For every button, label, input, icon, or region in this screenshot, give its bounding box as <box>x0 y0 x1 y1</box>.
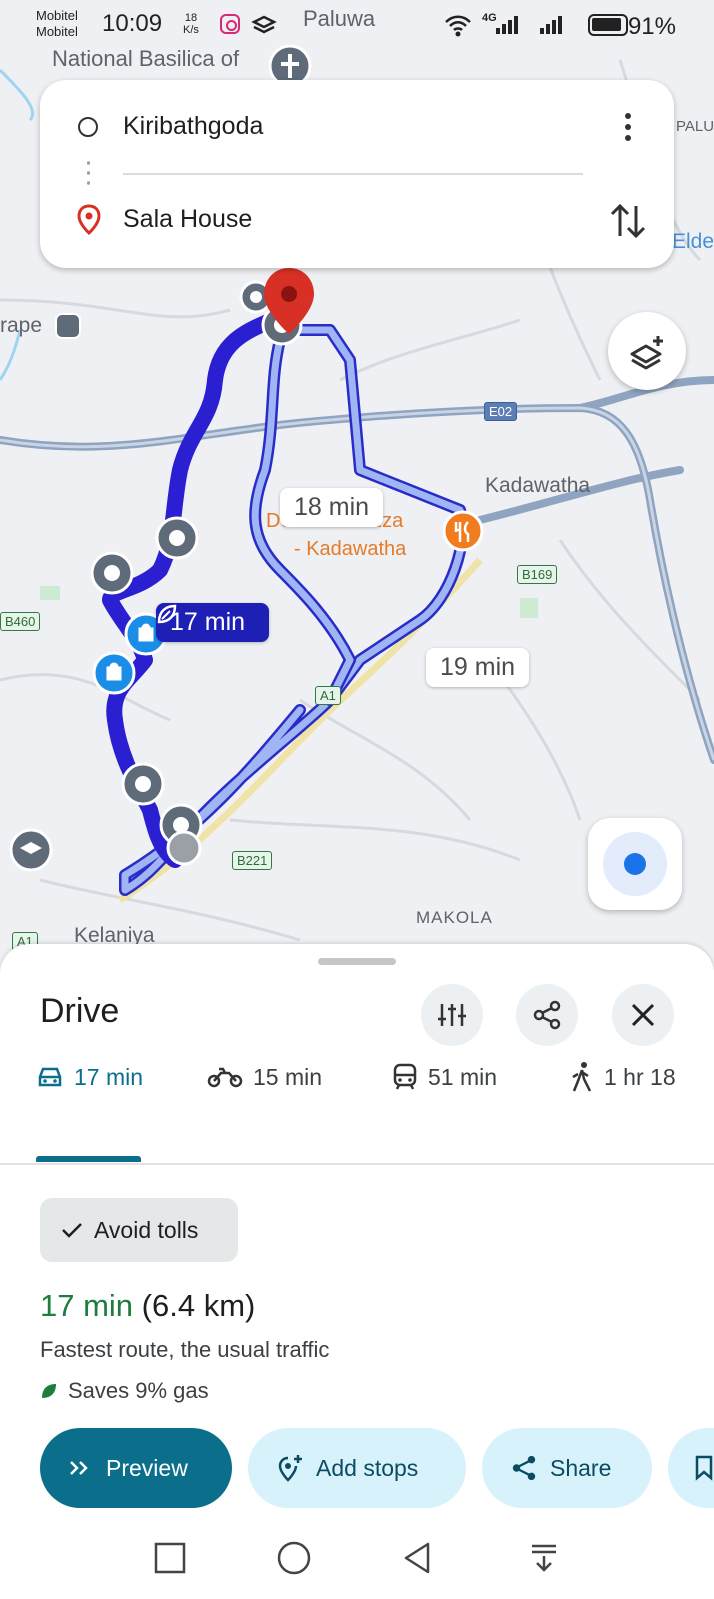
network-speed-unit: K/s <box>183 24 199 36</box>
more-options-button[interactable] <box>616 110 640 144</box>
road-shield-b460: B460 <box>0 612 41 631</box>
map-label-palu: PALU <box>676 118 714 135</box>
map-label-kadawatha: Kadawatha <box>485 474 591 497</box>
tab-transit[interactable]: 51 min <box>392 1044 497 1110</box>
circle-icon <box>277 1541 311 1575</box>
add-location-icon <box>278 1455 302 1482</box>
battery-level: 91% <box>627 13 676 40</box>
selected-route-time-label: 17 min <box>170 608 246 636</box>
swap-route-button[interactable] <box>608 198 648 244</box>
tabs-divider <box>0 1163 714 1165</box>
gas-savings: Saves 9% gas <box>40 1378 209 1404</box>
destination-input[interactable]: Sala House <box>123 205 252 234</box>
battery-icon <box>588 14 628 36</box>
add-stops-button[interactable]: Add stops <box>248 1428 466 1508</box>
sliders-icon <box>438 1004 466 1026</box>
eco-leaf-icon <box>42 1384 56 1398</box>
map-label-basilica: National Basilica of <box>52 46 240 71</box>
active-tab-indicator <box>36 1156 141 1162</box>
system-nav-bar <box>0 1520 714 1599</box>
avoid-tolls-label: Avoid tolls <box>94 1216 199 1243</box>
travel-mode-tabs: 17 min 15 min 51 min 1 hr 18 <box>0 1044 714 1110</box>
home-button[interactable] <box>274 1538 314 1578</box>
back-button[interactable] <box>398 1538 438 1578</box>
sheet-drag-handle[interactable] <box>318 958 396 965</box>
map-label-elde: Elde <box>672 230 714 253</box>
double-chevron-icon <box>70 1461 88 1475</box>
recents-button[interactable] <box>150 1538 190 1578</box>
status-bar: Mobitel Mobitel 10:09 18 K/s 4G 91% <box>0 0 714 48</box>
road-shield-b221: B221 <box>232 851 273 870</box>
transit-icon <box>393 1063 417 1090</box>
share-route-label: Share <box>550 1454 612 1481</box>
map-label-rape: rape <box>0 314 43 337</box>
layers-icon <box>630 336 663 370</box>
carrier-2: Mobitel <box>36 24 78 39</box>
origin-circle-icon <box>78 117 98 137</box>
close-icon <box>631 1003 655 1027</box>
preview-button[interactable]: Preview <box>40 1428 232 1508</box>
preview-label: Preview <box>106 1454 188 1481</box>
map-label-makola: MAKOLA <box>416 908 493 927</box>
route-distance: (6.4 km) <box>141 1288 256 1323</box>
back-triangle-icon <box>404 1542 430 1574</box>
alt-route-time-18[interactable]: 18 min <box>280 488 384 527</box>
motorcycle-icon <box>207 1067 243 1088</box>
network-speed: 18 K/s <box>183 12 199 36</box>
stack-app-icon <box>251 15 277 34</box>
origin-input[interactable]: Kiribathgoda <box>123 112 263 141</box>
share-icon <box>533 1000 561 1030</box>
carrier-1: Mobitel <box>36 8 78 23</box>
walk-icon <box>572 1062 592 1092</box>
close-button[interactable] <box>612 984 674 1046</box>
destination-pin-small-icon <box>77 204 101 236</box>
alt-route-time-19[interactable]: 19 min <box>426 648 530 687</box>
tab-motorcycle[interactable]: 15 min <box>207 1044 322 1110</box>
selected-route-time[interactable]: 17 min <box>156 603 270 642</box>
share-route-button[interactable]: Share <box>482 1428 652 1508</box>
card-divider <box>123 173 583 175</box>
notification-shade-button[interactable] <box>524 1538 564 1578</box>
route-options-button[interactable] <box>421 984 483 1046</box>
road-shield-b169: B169 <box>517 565 558 584</box>
signal-icon-1 <box>496 16 518 34</box>
pull-down-icon <box>532 1544 556 1572</box>
signal-icon-2 <box>540 16 562 34</box>
square-icon <box>154 1542 186 1574</box>
tab-transit-label: 51 min <box>428 1063 498 1090</box>
route-dots-connector <box>87 158 90 190</box>
checkmark-icon <box>62 1223 82 1238</box>
route-duration: 17 min <box>40 1288 134 1323</box>
tab-motorcycle-label: 15 min <box>253 1063 323 1090</box>
avoid-tolls-chip[interactable]: Avoid tolls <box>40 1198 238 1262</box>
tab-drive[interactable]: 17 min <box>36 1044 143 1110</box>
status-time: 10:09 <box>102 10 163 37</box>
car-icon <box>38 1067 62 1087</box>
road-shield-a1: A1 <box>315 686 341 705</box>
route-summary: 17 min (6.4 km) <box>40 1288 255 1324</box>
route-input-card: Kiribathgoda Sala House <box>40 80 674 268</box>
wifi-icon <box>445 15 471 37</box>
alt-route-time-label: 19 min <box>440 653 516 681</box>
tab-walk-label: 1 hr 18 <box>604 1063 676 1090</box>
alt-route-time-label: 18 min <box>294 493 370 521</box>
swap-arrows-icon <box>610 203 646 239</box>
tab-drive-label: 17 min <box>74 1063 144 1090</box>
instagram-icon <box>220 14 240 34</box>
map-label-dominos-2: - Kadawatha <box>294 538 407 560</box>
gas-savings-label: Saves 9% gas <box>68 1378 209 1403</box>
bookmark-icon <box>695 1455 713 1481</box>
carrier-names: Mobitel Mobitel <box>36 8 78 40</box>
tab-walk[interactable]: 1 hr 18 <box>570 1044 676 1110</box>
route-description: Fastest route, the usual traffic <box>40 1337 330 1362</box>
add-stops-label: Add stops <box>316 1454 419 1481</box>
network-speed-value: 18 <box>184 12 198 24</box>
road-shield-e02: E02 <box>484 402 518 421</box>
share-directions-button[interactable] <box>516 984 578 1046</box>
sheet-title: Drive <box>40 992 120 1030</box>
layers-button[interactable] <box>608 312 686 390</box>
share-icon <box>512 1455 536 1481</box>
my-location-button[interactable] <box>588 818 682 910</box>
